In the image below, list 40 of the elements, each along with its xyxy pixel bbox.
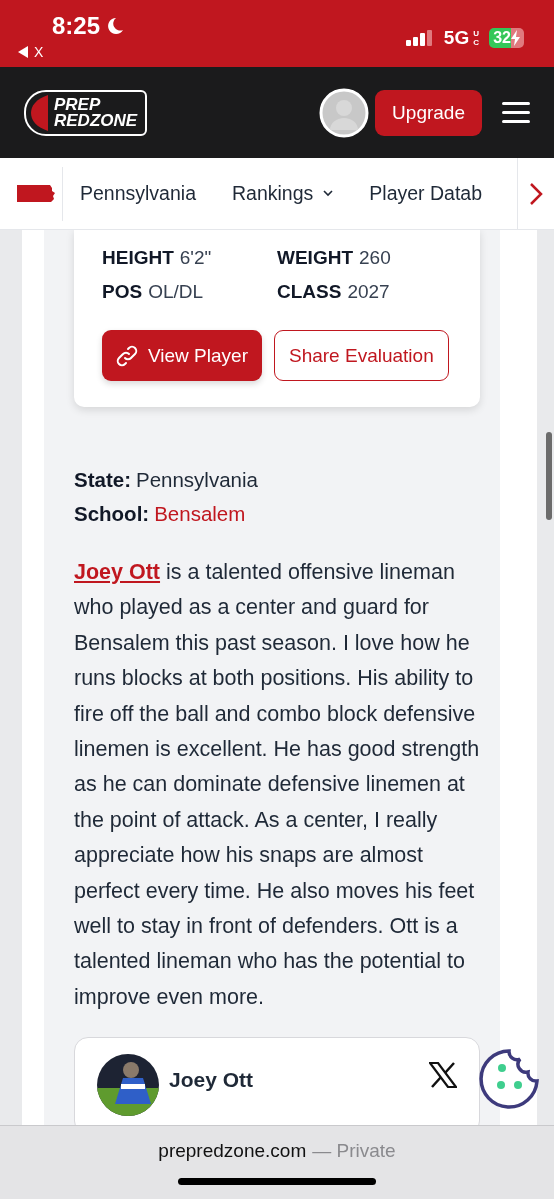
nav-link[interactable]: Player Datab — [369, 182, 483, 205]
link-icon — [116, 344, 138, 367]
battery-indicator: 32 — [489, 27, 524, 48]
stat-label: HEIGHT — [102, 247, 174, 268]
detail-value: Pennsylvania — [135, 468, 258, 491]
post-author-name: Joey Ott — [169, 1068, 255, 1093]
detail-label: School: — [74, 502, 150, 525]
stat-label: CLASS — [277, 281, 342, 302]
view-player-button[interactable]: View Player — [102, 330, 262, 381]
back-app-label[interactable]: X — [34, 44, 44, 60]
avatar-icon — [319, 87, 370, 138]
state-map-icon — [17, 182, 55, 205]
home-indicator[interactable] — [178, 1178, 376, 1185]
browsing-mode-label: — Private — [312, 1140, 396, 1162]
player-name-link[interactable]: Joey Ott — [74, 560, 161, 584]
nav-link[interactable]: Pennsylvania — [80, 182, 196, 205]
chevron-right-icon — [529, 181, 543, 206]
x-logo-icon — [429, 1062, 457, 1089]
bolt-icon — [511, 29, 520, 46]
chevron-down-icon — [323, 190, 334, 197]
share-evaluation-button[interactable]: Share Evaluation — [274, 330, 449, 381]
stat-value: 2027 — [347, 281, 390, 302]
school-link[interactable]: Bensalem — [154, 502, 246, 525]
signal-icon — [405, 29, 432, 46]
back-triangle-icon — [18, 46, 28, 58]
stat-label: POS — [102, 281, 143, 302]
upgrade-button[interactable]: Upgrade — [375, 89, 482, 136]
site-logo[interactable]: PREP REDZONE — [24, 89, 148, 136]
stat-label: WEIGHT — [277, 247, 353, 268]
evaluation-text: Joey Ott is a talented offensive lineman who played as a center and guard for Bensalem this past season. I love how he runs blocks at both positions. His ability to fire off the ball and combo block defensive linemen is excellent. He has good strength as he can dominate defensive linemen at the point of attack. As a center, I really appreciate how his snaps are almost perfect every time. He also moves his feet well to stay in front of defenders. Ott is a talented lineman who has the potential to improve even more. — [74, 559, 480, 1011]
nav-link[interactable]: Rankings — [232, 182, 334, 205]
stat-value: 6'2" — [179, 247, 212, 268]
stat-value: OL/DL — [148, 281, 204, 302]
detail-label: State: — [74, 468, 131, 491]
menu-icon — [502, 101, 530, 124]
stat-value: 260 — [359, 247, 391, 268]
network-label: 5G — [443, 26, 470, 49]
domain-text[interactable]: prepredzone.com — [158, 1140, 307, 1162]
network-sub-label: UC — [473, 28, 480, 47]
clock-time: 8:25 — [18, 12, 125, 40]
